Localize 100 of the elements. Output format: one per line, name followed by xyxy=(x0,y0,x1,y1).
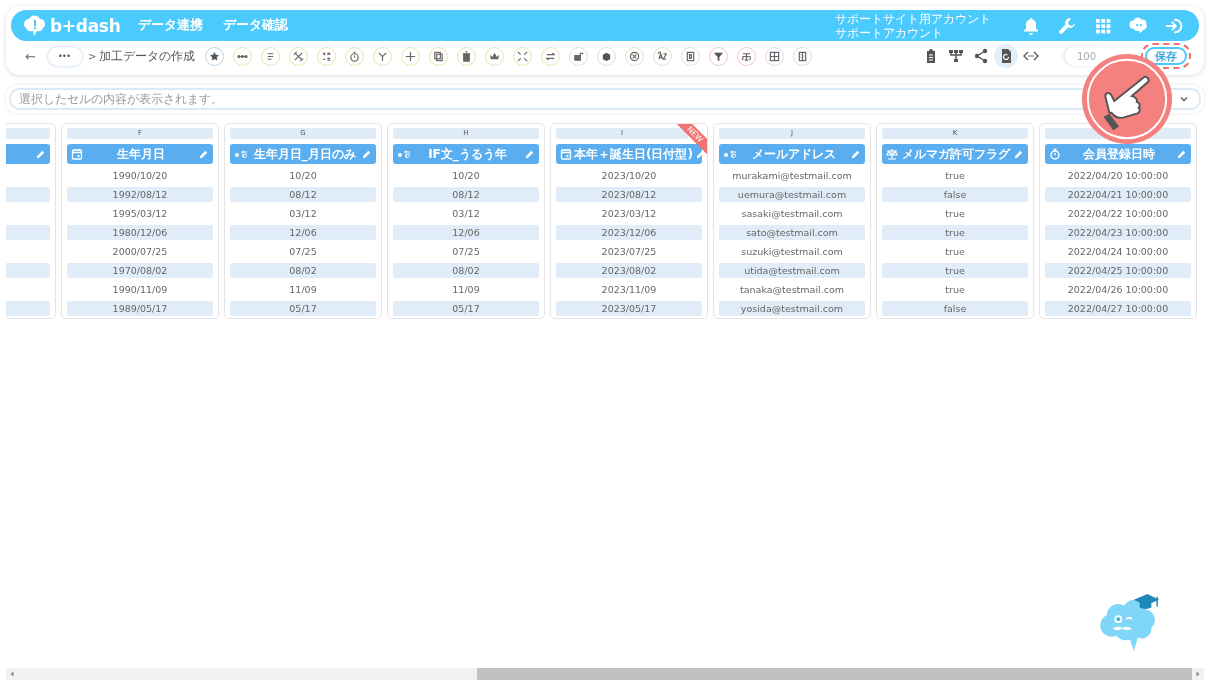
table-cell[interactable]: 10/20 xyxy=(230,168,376,183)
wrench-icon[interactable] xyxy=(1057,15,1077,36)
tool-button[interactable] xyxy=(681,46,701,66)
table-cell[interactable]: 05/17 xyxy=(393,301,539,316)
tool-button[interactable] xyxy=(261,46,281,66)
table-cell[interactable]: 08/12 xyxy=(393,187,539,202)
scroll-left-icon[interactable] xyxy=(8,670,16,678)
table-cell[interactable]: true xyxy=(882,206,1028,221)
table-cell[interactable]: 2022/04/22 10:00:00 xyxy=(1045,206,1191,221)
table-cell[interactable]: 2022/04/26 10:00:00 xyxy=(1045,282,1191,297)
save-button[interactable]: 保存 xyxy=(1145,47,1187,65)
table-cell[interactable]: 10/20 xyxy=(393,168,539,183)
table-cell[interactable]: 1989/05/17 xyxy=(67,301,213,316)
table-cell[interactable]: 1970/08/02 xyxy=(67,263,213,278)
brain-icon[interactable] xyxy=(1129,15,1149,36)
tool-button[interactable] xyxy=(485,46,505,66)
table-cell[interactable]: 2023/11/09 xyxy=(556,282,702,297)
table-cell[interactable]: 11/09 xyxy=(393,282,539,297)
tool-button[interactable] xyxy=(205,46,225,66)
table-cell[interactable]: true xyxy=(882,244,1028,259)
table-cell[interactable]: 12/06 xyxy=(230,225,376,240)
table-cell[interactable]: 2000/07/25 xyxy=(67,244,213,259)
table-cell[interactable]: 2022/04/20 10:00:00 xyxy=(1045,168,1191,183)
table-cell[interactable]: 1980/12/06 xyxy=(67,225,213,240)
tool-button[interactable] xyxy=(569,46,589,66)
table-cell[interactable]: 2022/04/23 10:00:00 xyxy=(1045,225,1191,240)
table-cell[interactable]: true xyxy=(882,225,1028,240)
table-cell[interactable]: 1992/08/12 xyxy=(67,187,213,202)
notification-bell-icon[interactable] xyxy=(1021,15,1041,36)
back-arrow[interactable]: ← xyxy=(25,48,36,64)
pencil-icon[interactable] xyxy=(850,148,861,160)
tool-button[interactable] xyxy=(513,46,533,66)
table-cell[interactable]: murakami@testmail.com xyxy=(719,168,865,183)
tool-button[interactable] xyxy=(625,46,645,66)
pencil-icon[interactable] xyxy=(35,148,46,160)
table-cell[interactable]: 08/02 xyxy=(230,263,376,278)
table-cell[interactable]: true xyxy=(882,263,1028,278)
tool-button[interactable] xyxy=(765,46,785,66)
pencil-icon[interactable] xyxy=(1176,148,1187,160)
tool-button[interactable] xyxy=(289,46,309,66)
tool-button[interactable] xyxy=(737,46,757,66)
table-cell[interactable]: false xyxy=(882,301,1028,316)
view-button[interactable] xyxy=(994,44,1018,68)
table-cell[interactable]: 2022/04/21 10:00:00 xyxy=(1045,187,1191,202)
pencil-icon[interactable] xyxy=(1013,148,1024,160)
table-cell[interactable]: 2023/03/12 xyxy=(556,206,702,221)
pencil-icon[interactable] xyxy=(524,148,535,160)
tool-button[interactable] xyxy=(793,46,813,66)
table-cell[interactable]: false xyxy=(882,187,1028,202)
tool-button[interactable] xyxy=(345,46,365,66)
table-cell[interactable]: 1995/03/12 xyxy=(67,206,213,221)
table-cell[interactable]: 1990/11/09 xyxy=(67,282,213,297)
table-cell[interactable]: yosida@testmail.com xyxy=(719,301,865,316)
scroll-right-icon[interactable] xyxy=(1194,670,1202,678)
table-cell[interactable]: 2023/05/17 xyxy=(556,301,702,316)
table-cell[interactable]: utida@testmail.com xyxy=(719,263,865,278)
tool-button[interactable] xyxy=(709,46,729,66)
table-cell[interactable]: 07/25 xyxy=(230,244,376,259)
table-cell[interactable]: 07/25 xyxy=(393,244,539,259)
table-cell[interactable]: 2022/04/27 10:00:00 xyxy=(1045,301,1191,316)
table-cell[interactable]: 1990/10/20 xyxy=(67,168,213,183)
table-cell[interactable]: tanaka@testmail.com xyxy=(719,282,865,297)
table-cell[interactable]: 11/09 xyxy=(230,282,376,297)
more-button[interactable]: ••• xyxy=(47,46,82,66)
table-cell[interactable]: 05/17 xyxy=(230,301,376,316)
table-cell[interactable]: 2023/08/02 xyxy=(556,263,702,278)
table-cell[interactable]: 08/02 xyxy=(393,263,539,278)
table-cell[interactable]: 2022/04/24 10:00:00 xyxy=(1045,244,1191,259)
table-cell[interactable]: 12/06 xyxy=(393,225,539,240)
tool-button[interactable] xyxy=(373,46,393,66)
table-cell[interactable]: true xyxy=(882,282,1028,297)
tool-button[interactable] xyxy=(317,46,337,66)
scrollbar-thumb[interactable] xyxy=(477,668,1192,680)
tool-button[interactable] xyxy=(541,46,561,66)
table-cell[interactable]: 2023/08/12 xyxy=(556,187,702,202)
table-cell[interactable]: 03/12 xyxy=(393,206,539,221)
chevron-down-icon[interactable] xyxy=(1179,94,1189,104)
text-type-icon xyxy=(397,149,411,159)
pencil-icon[interactable] xyxy=(361,148,372,160)
tool-button[interactable] xyxy=(429,46,449,66)
table-cell[interactable]: 2023/07/25 xyxy=(556,244,702,259)
hierarchy-icon xyxy=(948,48,964,64)
tool-button[interactable] xyxy=(597,46,617,66)
tool-button[interactable] xyxy=(233,46,253,66)
table-cell[interactable]: true xyxy=(882,168,1028,183)
table-cell[interactable]: 08/12 xyxy=(230,187,376,202)
tool-button[interactable] xyxy=(401,46,421,66)
table-cell[interactable]: sato@testmail.com xyxy=(719,225,865,240)
pencil-icon[interactable] xyxy=(198,148,209,160)
table-cell[interactable]: 2023/10/20 xyxy=(556,168,702,183)
table-cell[interactable]: 2022/04/25 10:00:00 xyxy=(1045,263,1191,278)
table-cell[interactable]: uemura@testmail.com xyxy=(719,187,865,202)
cell-content-field[interactable]: 選択したセルの内容が表示されます。 xyxy=(9,88,1201,110)
tool-button[interactable] xyxy=(457,46,477,66)
table-cell[interactable]: 2023/12/06 xyxy=(556,225,702,240)
table-cell[interactable]: sasaki@testmail.com xyxy=(719,206,865,221)
table-cell[interactable]: 03/12 xyxy=(230,206,376,221)
tool-button[interactable] xyxy=(653,46,673,66)
horizontal-scrollbar[interactable] xyxy=(6,668,1204,680)
table-cell[interactable]: suzuki@testmail.com xyxy=(719,244,865,259)
